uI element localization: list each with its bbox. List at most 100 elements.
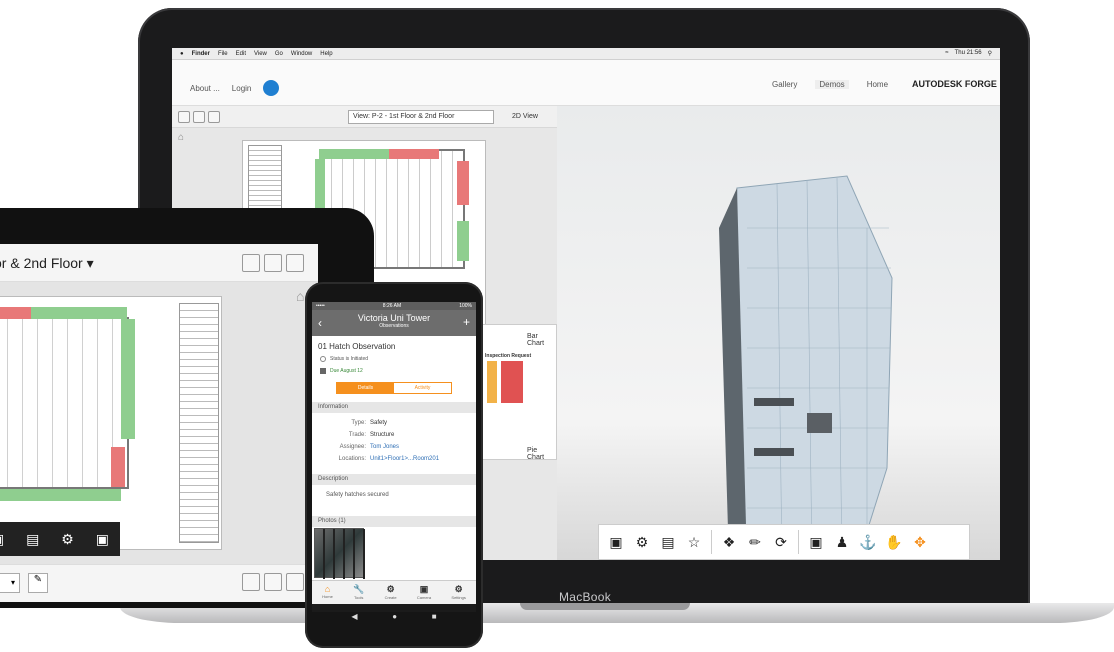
status-row: Status is Initiated xyxy=(320,356,368,362)
bar-red xyxy=(501,361,523,403)
clock-text[interactable]: Thu 21:56 xyxy=(955,50,982,57)
menu-view[interactable]: View xyxy=(254,51,267,57)
tab-tools[interactable]: 🔧 Tools xyxy=(353,581,364,604)
menu-edit[interactable]: Edit xyxy=(236,51,246,57)
tab-create[interactable]: ⚙ Create xyxy=(385,581,397,604)
phone-screen: ••••• 8:26 AM 100% ‹ Victoria Uni Tower … xyxy=(312,302,476,612)
fit-icon[interactable]: ✥ xyxy=(909,531,931,553)
tablet-header: or & 2nd Floor ▾ xyxy=(0,244,318,282)
lock-button[interactable] xyxy=(242,573,260,591)
menu-help[interactable]: Help xyxy=(320,51,332,57)
status-text: Status is Initiated xyxy=(330,356,369,362)
zoom-out-button[interactable] xyxy=(264,254,282,272)
pan-icon[interactable]: ✋ xyxy=(883,531,905,553)
apple-icon[interactable]: ● xyxy=(180,51,184,57)
section-icon[interactable]: ▣ xyxy=(0,531,4,548)
tab-home[interactable]: ⌂ Home xyxy=(322,581,333,604)
back-nav-icon[interactable]: ◀ xyxy=(351,612,357,621)
description-text: Safety hatches secured xyxy=(326,492,389,498)
home-icon[interactable]: ⌂ xyxy=(178,132,184,143)
camera-icon: ▣ xyxy=(419,584,429,594)
segment-control: Details Activity xyxy=(336,382,452,394)
section-description: Description xyxy=(312,474,476,485)
menu-file[interactable]: File xyxy=(218,51,228,57)
tab-settings[interactable]: ⚙ Settings xyxy=(451,581,465,604)
chart-title: Inspection Request xyxy=(485,353,532,359)
camera-icon[interactable]: ▣ xyxy=(805,531,827,553)
phone-tabbar: ⌂ Home 🔧 Tools ⚙ Create ▣ Camera ⚙ Settings xyxy=(312,580,476,604)
recent-nav-icon[interactable]: ■ xyxy=(432,612,437,621)
zoom-out-button[interactable] xyxy=(264,573,282,591)
menu-finder[interactable]: Finder xyxy=(192,51,210,57)
settings-icon: ⚙ xyxy=(454,584,463,594)
back-icon[interactable]: ‹ xyxy=(318,316,322,330)
add-icon[interactable]: + xyxy=(463,315,470,329)
tablet-view-select[interactable]: or & 2nd Floor ▾ xyxy=(0,255,94,272)
home-icon[interactable]: ⌂ xyxy=(296,288,304,304)
settings-icon[interactable]: ⚙ xyxy=(61,531,74,548)
create-icon: ⚙ xyxy=(386,584,395,594)
carrier: ••••• xyxy=(316,303,325,309)
tablet-floor-plan[interactable] xyxy=(0,296,222,550)
wifi-icon[interactable]: ≈ xyxy=(945,50,948,57)
fullscreen-button[interactable] xyxy=(286,254,304,272)
view-mode-label: 2D View xyxy=(512,113,538,120)
viewer3d-canvas[interactable] xyxy=(557,106,1000,560)
fullscreen-button[interactable] xyxy=(178,111,190,123)
view-select[interactable]: View: P-2 - 1st Floor & 2nd Floor xyxy=(348,110,494,124)
bar-chart-label: Bar Chart xyxy=(527,333,545,347)
viewer2d-toolbar: View: P-2 - 1st Floor & 2nd Floor 2D Vie… xyxy=(172,106,557,128)
photo-thumbnail[interactable] xyxy=(314,528,365,579)
viewer3d-toolbar: ▣ ⚙ ▤ ☆ ❖ ✏ ⟳ ▣ ♟ ⚓ ✋ ✥ xyxy=(598,524,970,560)
pie-chart-label: Pie Chart xyxy=(527,447,545,461)
person-icon[interactable]: ♟ xyxy=(831,531,853,553)
field-row[interactable]: Assignee: Tom Jones xyxy=(312,444,476,450)
fullscreen-icon[interactable]: ▣ xyxy=(96,531,109,548)
building-model[interactable] xyxy=(707,168,897,560)
zoom-out-button[interactable] xyxy=(193,111,205,123)
home-icon: ⌂ xyxy=(324,584,331,594)
about-link[interactable]: About ... xyxy=(190,84,220,93)
mac-menubar: ● Finder File Edit View Go Window Help ≈… xyxy=(172,48,1000,60)
phone-navbar xyxy=(312,604,476,612)
lock-button[interactable] xyxy=(242,254,260,272)
lock-button[interactable] xyxy=(208,111,220,123)
anchor-icon[interactable]: ⚓ xyxy=(857,531,879,553)
tablet-screen: or & 2nd Floor ▾ ⌂ ▣ ▤ ⚙ ▣ ▾ ✎ xyxy=(0,244,318,602)
field-row[interactable]: Locations: Unit1>Floor1>...Room201 xyxy=(312,456,476,462)
nav-demos[interactable]: Demos xyxy=(815,80,849,89)
section-icon[interactable]: ▣ xyxy=(605,531,627,553)
field-row: Type: Safety xyxy=(351,420,388,426)
chart-panel: Bar Chart Inspection Request Pie Chart xyxy=(482,324,557,461)
tablet-dropdown[interactable]: ▾ xyxy=(0,573,20,593)
bar-orange xyxy=(487,361,497,403)
orbit-icon[interactable]: ⟳ xyxy=(770,531,792,553)
settings-icon[interactable]: ⚙ xyxy=(631,531,653,553)
tab-camera[interactable]: ▣ Camera xyxy=(417,581,431,604)
explode-icon[interactable]: ❖ xyxy=(718,531,740,553)
properties-icon[interactable]: ▤ xyxy=(26,531,39,548)
tab-activity[interactable]: Activity xyxy=(394,383,451,393)
status-time: 8:26 AM xyxy=(382,303,402,309)
status-circle-icon xyxy=(320,356,326,362)
fullscreen-button[interactable] xyxy=(286,573,304,591)
pen-icon[interactable]: ✎ xyxy=(28,573,48,593)
android-nav: ◀ ● ■ xyxy=(334,612,454,621)
nav-gallery[interactable]: Gallery xyxy=(772,80,797,89)
model-browser-icon[interactable]: ☆ xyxy=(683,531,705,553)
forge-logo-text: AUTODESK FORGE xyxy=(912,79,997,89)
home-nav-icon[interactable]: ● xyxy=(392,612,397,621)
search-icon[interactable]: ⚲ xyxy=(988,50,992,57)
wrench-icon: 🔧 xyxy=(353,584,365,594)
due-text: Due August 12 xyxy=(330,368,363,374)
menu-window[interactable]: Window xyxy=(291,51,312,57)
field-row: Trade: Structure xyxy=(348,432,395,438)
section-photos: Photos (1) xyxy=(312,516,476,527)
properties-icon[interactable]: ▤ xyxy=(657,531,679,553)
measure-icon[interactable]: ✏ xyxy=(744,531,766,553)
nav-home[interactable]: Home xyxy=(867,80,888,89)
menu-go[interactable]: Go xyxy=(275,51,283,57)
login-link[interactable]: Login xyxy=(232,84,252,93)
phone-statusbar: ••••• 8:26 AM 100% xyxy=(312,302,476,310)
tab-details[interactable]: Details xyxy=(337,383,394,393)
